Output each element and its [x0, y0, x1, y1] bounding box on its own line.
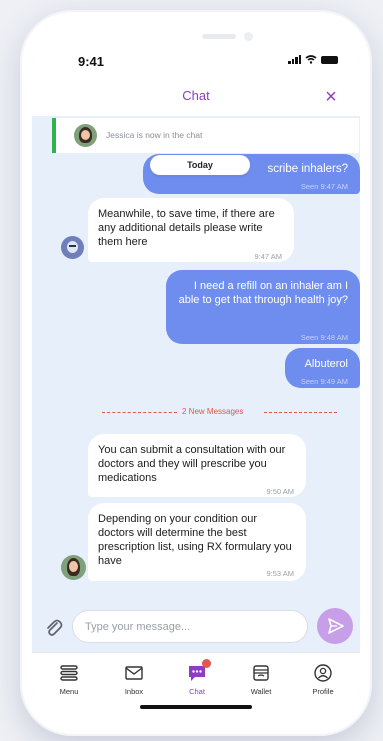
notification-badge — [202, 659, 211, 668]
message-bubble: Depending on your condition our doctors … — [88, 503, 306, 581]
send-icon — [328, 618, 344, 634]
close-button[interactable]: × — [320, 86, 342, 108]
message-meta: 9:53 AM — [266, 569, 294, 578]
wallet-icon — [253, 665, 269, 681]
message-text: scribe inhalers? — [267, 163, 348, 175]
tab-label: Chat — [189, 687, 205, 696]
profile-icon — [314, 664, 332, 682]
battery-icon — [321, 56, 338, 64]
message-text: I need a refill on an inhaler am I able … — [178, 280, 348, 306]
message-composer — [32, 604, 360, 654]
message-bubble: I need a refill on an inhaler am I able … — [166, 270, 360, 344]
message-meta: 9:47 AM — [254, 252, 282, 261]
send-button[interactable] — [317, 608, 353, 644]
tab-profile[interactable]: Profile — [298, 663, 348, 696]
mail-icon — [125, 666, 143, 680]
wifi-icon — [305, 55, 317, 64]
tab-label: Menu — [59, 687, 79, 696]
status-time: 9:41 — [78, 54, 105, 69]
close-icon: × — [325, 86, 337, 108]
tab-menu[interactable]: Menu — [44, 663, 94, 696]
speaker-notch — [202, 34, 236, 39]
new-messages-divider: 2 New Messages — [102, 407, 337, 419]
bottom-tab-bar: Menu Inbox Chat Wallet Profile — [32, 652, 360, 724]
bot-avatar — [61, 236, 84, 259]
agent-avatar — [61, 555, 86, 580]
message-meta: Seen 9:49 AM — [300, 377, 348, 386]
tab-chat[interactable]: Chat — [172, 659, 222, 696]
phone-frame: 9:41 Chat × Jessica is now in the chat s… — [20, 10, 372, 736]
tab-label: Wallet — [250, 687, 272, 696]
message-bubble: Meanwhile, to save time, if there are an… — [88, 198, 294, 262]
status-icons — [288, 55, 338, 64]
message-bubble: You can submit a consultation with our d… — [88, 434, 306, 497]
new-messages-label: 2 New Messages — [182, 407, 244, 416]
message-meta: Seen 9:48 AM — [300, 333, 348, 342]
tab-inbox[interactable]: Inbox — [109, 663, 159, 696]
message-meta: 9:50 AM — [266, 487, 294, 496]
message-meta: Seen 9:47 AM — [300, 182, 348, 191]
signal-icon — [288, 55, 301, 64]
page-title: Chat — [182, 88, 210, 103]
message-bubble: Albuterol Seen 9:49 AM — [285, 348, 360, 388]
message-text: Depending on your condition our doctors … — [98, 513, 292, 567]
agent-joined-notice: Jessica is now in the chat — [52, 118, 359, 153]
agent-avatar — [74, 124, 97, 147]
tab-label: Inbox — [124, 687, 144, 696]
date-separator: Today — [150, 155, 250, 175]
message-input[interactable] — [72, 610, 308, 643]
agent-joined-text: Jessica is now in the chat — [106, 130, 203, 140]
tab-wallet[interactable]: Wallet — [236, 663, 286, 696]
message-text: You can submit a consultation with our d… — [98, 444, 286, 484]
chat-header: Chat × — [32, 78, 360, 116]
tab-label: Profile — [312, 687, 334, 696]
message-text: Albuterol — [304, 358, 348, 370]
chat-screen: 9:41 Chat × Jessica is now in the chat s… — [32, 22, 360, 724]
home-indicator[interactable] — [140, 705, 252, 709]
menu-icon — [60, 665, 78, 681]
attachment-icon[interactable] — [44, 618, 64, 638]
front-camera — [244, 32, 253, 41]
status-bar: 9:41 — [32, 22, 360, 78]
message-text: Meanwhile, to save time, if there are an… — [98, 208, 275, 248]
